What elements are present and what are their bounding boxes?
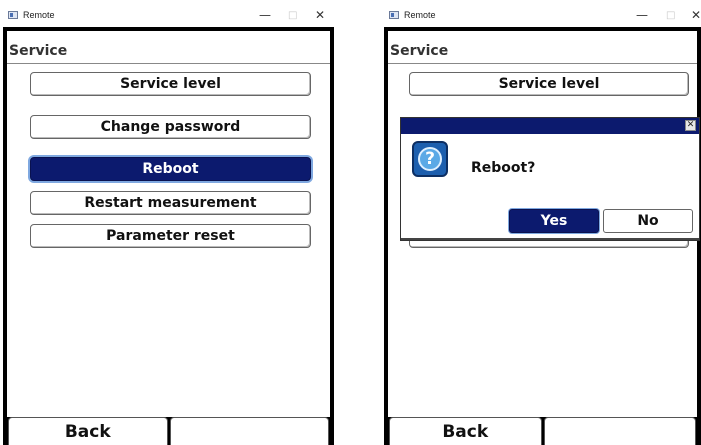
remote-window-right: Remote — □ ✕ Service Service level Param…	[384, 5, 701, 445]
minimize-icon[interactable]: —	[636, 8, 648, 22]
title-bar: Remote — □ ✕	[384, 5, 701, 27]
maximize-icon[interactable]: □	[288, 9, 297, 23]
maximize-icon[interactable]: □	[666, 9, 675, 23]
device-screen: Service Service level Parameter reset ✕ …	[388, 31, 700, 445]
close-icon[interactable]: ✕	[315, 8, 325, 22]
dialog-title-bar: ✕	[401, 118, 699, 134]
screen-title: Service	[390, 43, 449, 59]
divider	[388, 63, 697, 64]
close-icon[interactable]: ✕	[685, 120, 696, 131]
reboot-button[interactable]: Reboot	[30, 157, 311, 181]
change-password-button[interactable]: Change password	[30, 115, 311, 139]
dialog-bottom-rule	[401, 238, 699, 240]
device-frame: Service Service level Change password Re…	[3, 27, 334, 445]
minimize-icon[interactable]: —	[259, 8, 271, 22]
service-level-button[interactable]: Service level	[409, 72, 689, 96]
remote-window-left: Remote — □ ✕ Service Service level Chang…	[3, 5, 334, 445]
window-title: Remote	[404, 10, 436, 20]
back-button[interactable]: Back	[389, 417, 542, 445]
parameter-reset-button[interactable]: Parameter reset	[30, 224, 311, 248]
close-icon[interactable]: ✕	[691, 8, 701, 22]
divider	[7, 63, 330, 64]
app-icon	[8, 11, 18, 19]
back-button[interactable]: Back	[8, 417, 168, 445]
dialog-message: Reboot?	[471, 160, 536, 176]
window-title: Remote	[23, 10, 55, 20]
reboot-confirm-dialog: ✕ ? Reboot? Yes No	[400, 117, 700, 241]
device-screen: Service Service level Change password Re…	[7, 31, 330, 445]
right-softkey[interactable]	[169, 417, 329, 445]
app-icon	[389, 11, 399, 19]
service-level-button[interactable]: Service level	[30, 72, 311, 96]
restart-measurement-button[interactable]: Restart measurement	[30, 191, 311, 215]
right-softkey[interactable]	[543, 417, 696, 445]
no-button[interactable]: No	[603, 209, 693, 233]
screen-title: Service	[9, 43, 68, 59]
device-frame: Service Service level Parameter reset ✕ …	[384, 27, 701, 445]
title-bar: Remote — □ ✕	[3, 5, 334, 27]
softkey-bar: Back	[7, 417, 330, 445]
softkey-bar: Back	[388, 417, 697, 445]
question-mark: ?	[418, 147, 442, 171]
yes-button[interactable]: Yes	[509, 209, 599, 233]
question-icon: ?	[412, 141, 448, 177]
